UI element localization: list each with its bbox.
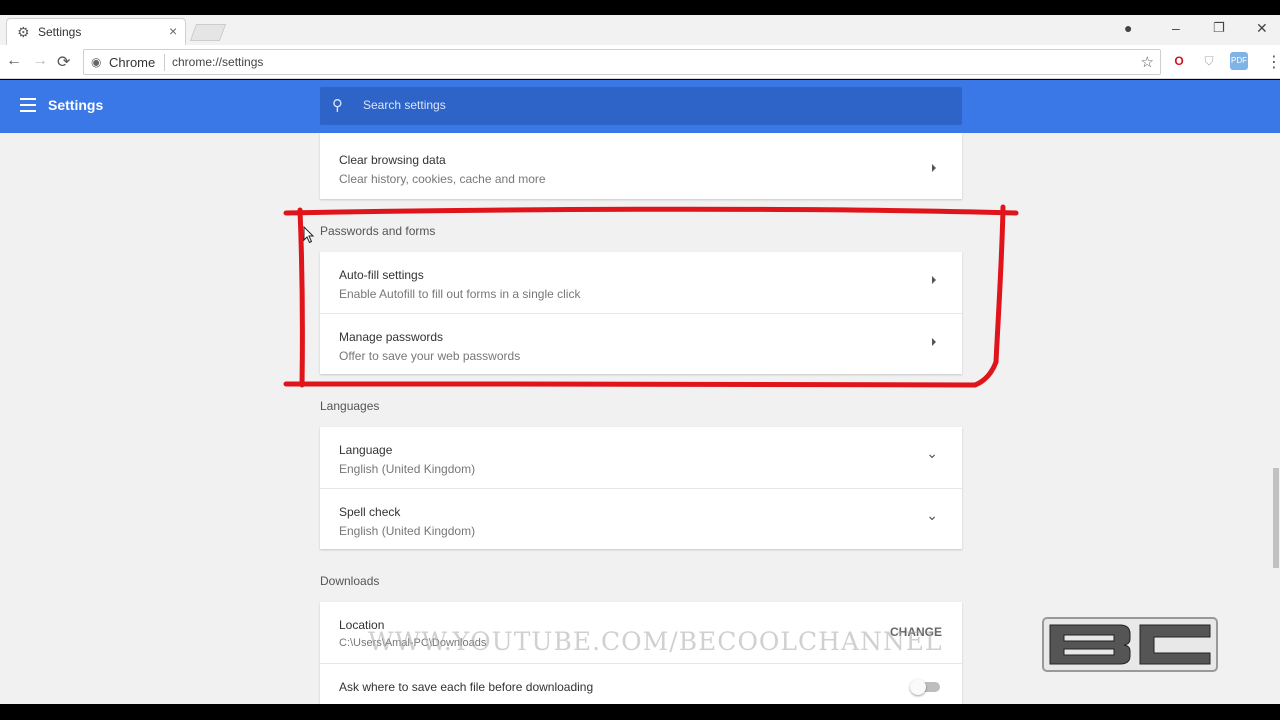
row-title: Clear browsing data	[339, 153, 446, 167]
watermark-text: WWW.YOUTUBE.COM/BECOOLCHANNEL	[368, 627, 943, 656]
row-title: Manage passwords	[339, 330, 444, 344]
url-text[interactable]: chrome://settings	[172, 55, 263, 69]
chevron-right-icon	[932, 338, 936, 346]
scrollbar-thumb[interactable]	[1273, 468, 1279, 568]
shield-extension-icon[interactable]: ⛉	[1200, 52, 1218, 70]
language-row[interactable]: Language English (United Kingdom) ⌄	[320, 427, 962, 488]
title-bar: ⚙ Settings × ● – ❐ ✕	[0, 15, 1280, 45]
chevron-down-icon[interactable]: ⌄	[926, 445, 938, 462]
row-subtitle: Clear history, cookies, cache and more	[339, 172, 546, 186]
row-subtitle: Enable Autofill to fill out forms in a s…	[339, 287, 581, 301]
ask-where-to-save-row[interactable]: Ask where to save each file before downl…	[320, 663, 962, 704]
ask-where-to-save-toggle[interactable]	[910, 679, 940, 695]
page-title: Settings	[48, 97, 104, 113]
account-icon[interactable]: ●	[1124, 20, 1132, 36]
close-window-button[interactable]: ✕	[1256, 20, 1268, 37]
row-title: Spell check	[339, 505, 401, 519]
toggle-knob	[910, 679, 926, 695]
chevron-right-icon	[932, 164, 936, 172]
back-icon[interactable]: ←	[6, 52, 22, 70]
row-subtitle: Offer to save your web passwords	[339, 349, 521, 363]
tab-close-button[interactable]: ×	[169, 23, 177, 39]
search-icon: ⚲	[332, 97, 343, 114]
gear-icon: ⚙	[17, 24, 30, 40]
bottom-black-bar	[0, 704, 1280, 720]
tab-title: Settings	[38, 25, 82, 39]
chrome-page-icon: ◉	[91, 55, 102, 69]
omnibox-divider	[164, 54, 165, 71]
languages-card: Language English (United Kingdom) ⌄ Spel…	[320, 427, 962, 549]
settings-header: Settings ⚲ Search settings	[0, 80, 1280, 133]
menu-icon[interactable]: ⋮	[1266, 52, 1280, 72]
section-title-languages: Languages	[320, 399, 380, 413]
privacy-card: Clear browsing data Clear history, cooki…	[320, 133, 962, 199]
row-title: Language	[339, 443, 393, 457]
row-title: Ask where to save each file before downl…	[339, 680, 594, 694]
row-subtitle: English (United Kingdom)	[339, 524, 476, 538]
autofill-settings-row[interactable]: Auto-fill settings Enable Autofill to fi…	[320, 252, 962, 313]
spell-check-row[interactable]: Spell check English (United Kingdom) ⌄	[320, 488, 962, 549]
clear-browsing-data-row[interactable]: Clear browsing data Clear history, cooki…	[320, 133, 962, 199]
opera-extension-icon[interactable]: O	[1170, 52, 1188, 70]
chevron-down-icon[interactable]: ⌄	[926, 507, 938, 524]
chevron-right-icon	[932, 276, 936, 284]
browser-toolbar: ← → ⟳ ◉ Chrome chrome://settings ☆ O ⛉ P…	[0, 45, 1280, 79]
minimize-button[interactable]: –	[1172, 20, 1180, 36]
pdf-extension-icon[interactable]: PDF	[1230, 52, 1248, 70]
browser-window: ⚙ Settings × ● – ❐ ✕ ← → ⟳ ◉ Chrome chro…	[0, 0, 1280, 720]
section-title-passwords: Passwords and forms	[320, 224, 436, 238]
restore-button[interactable]: ❐	[1213, 20, 1225, 36]
bc-logo-icon	[1042, 617, 1218, 672]
hamburger-menu-icon[interactable]	[20, 98, 36, 112]
bookmark-star-icon[interactable]: ☆	[1141, 53, 1154, 71]
search-settings-input[interactable]: ⚲ Search settings	[320, 87, 962, 125]
new-tab-button[interactable]	[189, 24, 227, 41]
reload-icon[interactable]: ⟳	[57, 52, 70, 72]
mouse-cursor-icon	[303, 226, 315, 244]
search-placeholder: Search settings	[363, 98, 446, 112]
row-subtitle: English (United Kingdom)	[339, 462, 476, 476]
address-bar[interactable]: ◉ Chrome chrome://settings ☆	[83, 49, 1161, 75]
page-scrollbar[interactable]	[1272, 133, 1280, 704]
tab-settings[interactable]: ⚙ Settings ×	[6, 18, 186, 45]
passwords-card: Auto-fill settings Enable Autofill to fi…	[320, 252, 962, 374]
section-title-downloads: Downloads	[320, 574, 380, 588]
row-title: Auto-fill settings	[339, 268, 424, 282]
site-label: Chrome	[109, 55, 156, 70]
forward-icon[interactable]: →	[32, 52, 48, 70]
manage-passwords-row[interactable]: Manage passwords Offer to save your web …	[320, 313, 962, 374]
